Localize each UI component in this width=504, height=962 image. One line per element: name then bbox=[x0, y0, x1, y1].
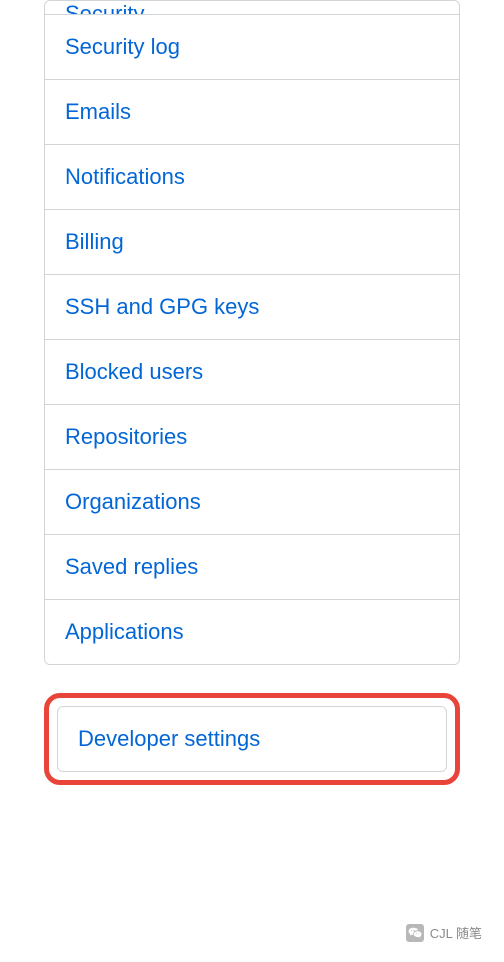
menu-item-security[interactable]: Security bbox=[45, 1, 459, 15]
menu-item-notifications[interactable]: Notifications bbox=[45, 145, 459, 210]
highlight-annotation: Developer settings bbox=[44, 693, 460, 785]
menu-item-billing[interactable]: Billing bbox=[45, 210, 459, 275]
settings-menu-list: Security Security log Emails Notificatio… bbox=[44, 0, 460, 665]
menu-item-developer-settings[interactable]: Developer settings bbox=[58, 707, 446, 771]
menu-item-repositories[interactable]: Repositories bbox=[45, 405, 459, 470]
menu-item-security-log[interactable]: Security log bbox=[45, 15, 459, 80]
wechat-icon bbox=[406, 924, 424, 942]
menu-item-blocked-users[interactable]: Blocked users bbox=[45, 340, 459, 405]
menu-item-ssh-gpg-keys[interactable]: SSH and GPG keys bbox=[45, 275, 459, 340]
watermark: CJL 随笔 bbox=[406, 923, 482, 942]
menu-item-organizations[interactable]: Organizations bbox=[45, 470, 459, 535]
developer-settings-box: Developer settings bbox=[57, 706, 447, 772]
menu-item-emails[interactable]: Emails bbox=[45, 80, 459, 145]
menu-item-applications[interactable]: Applications bbox=[45, 600, 459, 664]
watermark-text: CJL 随笔 bbox=[430, 923, 482, 942]
menu-item-saved-replies[interactable]: Saved replies bbox=[45, 535, 459, 600]
